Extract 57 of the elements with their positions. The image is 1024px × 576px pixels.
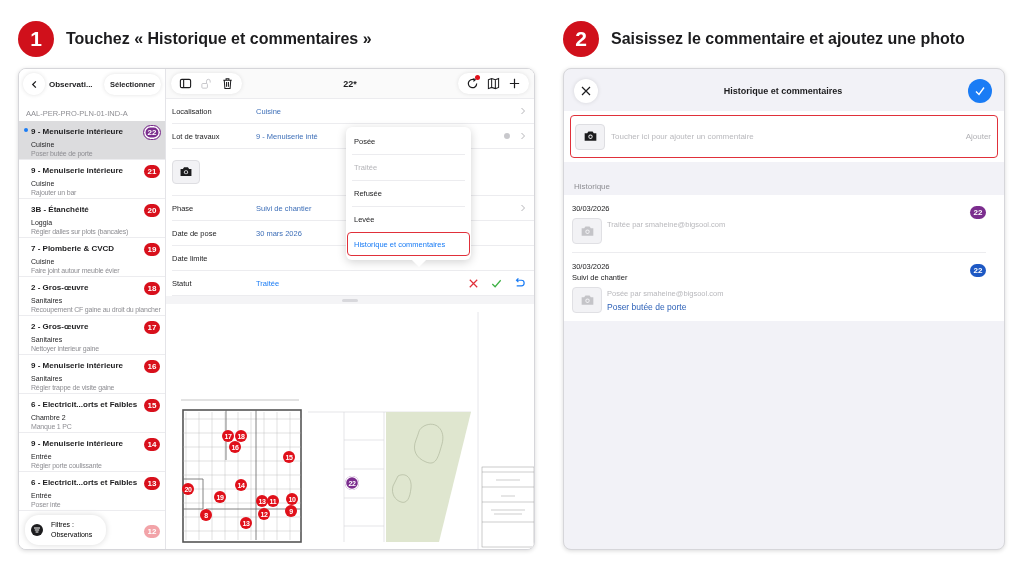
number-badge: 19 [144,243,160,256]
observation-number: 22* [343,78,357,89]
chevron-icon [520,107,526,115]
sync-button[interactable] [466,77,479,90]
sync-icon [466,77,479,90]
step-title: Saisissez le commentaire et ajoutez une photo [611,30,965,48]
number-badge: 17 [144,321,160,334]
number-badge: 20 [144,204,160,217]
camera-button[interactable] [172,160,200,184]
confirm-button[interactable] [968,79,992,103]
close-button[interactable] [574,79,598,103]
step-number: 1 [18,21,54,57]
close-icon [581,86,591,96]
observation-title: 9 - Menuiserie intérieure [31,166,125,175]
add-icon [508,77,521,90]
back-button[interactable] [23,73,45,95]
observation-title: 6 - Electricit...orts et Faibles [31,400,139,409]
trash-button[interactable] [221,77,234,90]
sidebar-title: Observati... [49,79,94,89]
number-badge: 21 [144,165,160,178]
observation-title: 9 - Menuiserie intérieure [31,439,125,448]
chevron-icon [520,132,526,140]
step-number: 2 [563,21,599,57]
map-button[interactable] [487,77,500,90]
observation-title: 9 - Menuiserie intérieure [31,127,125,136]
number-badge: 16 [144,360,160,373]
camera-icon [582,129,598,144]
camera-icon [179,165,193,179]
section-label: Historique [573,181,611,193]
entry-link[interactable]: Poser butée de porte [607,302,724,312]
number-badge: 22 [970,206,986,219]
sidebar-button[interactable] [179,77,192,90]
add-button[interactable] [508,77,521,90]
filter-icon [31,524,43,536]
chevron-icon [520,204,526,212]
observation-title: 6 - Electricit...orts et Faibles [31,478,139,487]
dialog-title: Historique et commentaires [723,86,843,96]
number-badge: 18 [144,282,160,295]
observation-title: 7 - Plomberie & CVCD [31,244,116,253]
clear-icon [504,133,510,139]
checkmark-icon [974,85,986,97]
sidebar-icon [179,77,192,90]
number-badge: 15 [144,399,160,412]
camera-button[interactable] [575,123,605,150]
back-icon [29,79,39,89]
trash-icon [221,77,234,90]
number-badge: 22 [144,126,160,139]
observation-title: 2 - Gros-œuvre [31,322,90,331]
number-badge: 13 [144,477,160,490]
number-badge: 22 [970,264,986,277]
observation-title: 2 - Gros-œuvre [31,283,90,292]
map-icon [487,77,500,90]
observation-title: 3B - Étanchéité [31,205,90,214]
observation-title: 9 - Menuiserie intérieure [31,361,125,370]
number-badge: 14 [144,438,160,451]
unlock-icon [200,77,213,90]
step-title: Touchez « Historique et commentaires » [66,30,372,48]
